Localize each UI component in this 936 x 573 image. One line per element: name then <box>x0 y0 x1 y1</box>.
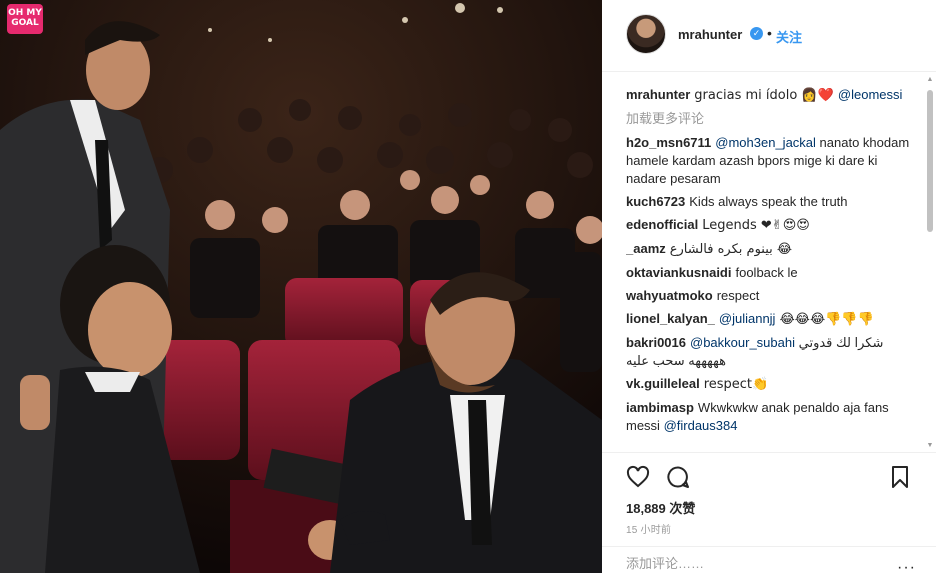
comment-mention[interactable]: @bakkour_subahi <box>690 335 795 350</box>
add-comment-input[interactable] <box>626 556 886 571</box>
like-count[interactable]: 18,889 次赞 <box>626 498 695 517</box>
comment-item: kuch6723 Kids always speak the truth <box>626 193 916 211</box>
comment-item: vk.guilleleal respect👏 <box>626 375 916 394</box>
scroll-thumb[interactable] <box>927 90 933 232</box>
comment-username[interactable]: vk.guilleleal <box>626 376 700 391</box>
comment-list[interactable]: mrahunter gracias mi ídolo 👩‍❤️ @leomessi… <box>626 86 916 452</box>
heart-icon[interactable] <box>626 465 650 489</box>
comment-username[interactable]: kuch6723 <box>626 194 685 209</box>
header-username[interactable]: mrahunter <box>678 27 742 42</box>
post-photo[interactable]: OH MY GOAL <box>0 0 602 573</box>
caption-mention[interactable]: @leomessi <box>838 87 903 102</box>
comment-username[interactable]: h2o_msn6711 <box>626 135 711 150</box>
header-separator: • <box>767 25 772 41</box>
comment-item: lionel_kalyan_ @juliannjj 😂😂😂👎👎👎 <box>626 310 916 329</box>
comment-item: wahyuatmoko respect <box>626 287 916 305</box>
caption-text: gracias mi ídolo 👩‍❤️ <box>694 88 838 103</box>
comment-username[interactable]: iambimasp <box>626 400 694 415</box>
action-bar <box>602 452 936 500</box>
comment-icon[interactable] <box>666 465 690 489</box>
comment-mention[interactable]: @firdaus384 <box>664 418 738 433</box>
scroll-up-arrow-icon[interactable]: ▲ <box>926 76 934 84</box>
post-timestamp[interactable]: 15 小时前 <box>626 521 671 536</box>
photo-illustration <box>0 0 602 573</box>
comment-username[interactable]: lionel_kalyan_ <box>626 311 715 326</box>
comment-text: بينوم بكره فالشارع 😂 <box>669 242 793 257</box>
comment-scrollbar[interactable]: ▲ ▼ <box>926 76 934 450</box>
comment-username[interactable]: _aamz <box>626 241 666 256</box>
follow-button[interactable]: 关注 <box>776 27 802 46</box>
caption: mrahunter gracias mi ídolo 👩‍❤️ @leomessi <box>626 86 916 105</box>
comment-text: respect👏 <box>703 377 769 392</box>
comment-text: respect <box>716 288 760 303</box>
comment-text: 😂😂😂👎👎👎 <box>775 312 874 327</box>
oh-my-goal-logo: OH MY GOAL <box>7 4 43 34</box>
comment-text: foolback le <box>735 265 798 280</box>
instagram-post-viewer: OH MY GOAL mrahunter ✓ • 关注 mrahunter gra… <box>0 0 936 573</box>
comment-item: h2o_msn6711 @moh3en_jackal nanato khodam … <box>626 134 916 188</box>
comment-item: edenofficial Legends ❤✌😍😍 <box>626 216 916 235</box>
more-options-icon[interactable]: ··· <box>897 559 916 573</box>
bookmark-icon[interactable] <box>888 465 912 489</box>
comment-item: bakri0016 @bakkour_subahi شكرا لك قدوتي ه… <box>626 334 916 370</box>
comment-text: Legends ❤✌😍😍 <box>702 218 810 233</box>
comment-item: _aamz بينوم بكره فالشارع 😂 <box>626 240 916 259</box>
add-comment-bar: ··· <box>602 546 936 573</box>
caption-username[interactable]: mrahunter <box>626 87 690 102</box>
comment-username[interactable]: edenofficial <box>626 217 698 232</box>
comment-item: iambimasp Wkwkwkw anak penaldo aja fans m… <box>626 399 916 435</box>
comment-username[interactable]: oktaviankusnaidi <box>626 265 731 280</box>
comment-text: Kids always speak the truth <box>689 194 848 209</box>
scroll-down-arrow-icon[interactable]: ▼ <box>926 442 934 450</box>
load-more-comments-link[interactable]: 加载更多评论 <box>626 110 916 128</box>
post-header: mrahunter ✓ • 关注 <box>602 0 936 72</box>
user-avatar[interactable] <box>626 14 666 54</box>
comment-username[interactable]: bakri0016 <box>626 335 686 350</box>
comment-item: oktaviankusnaidi foolback le <box>626 264 916 282</box>
comment-username[interactable]: wahyuatmoko <box>626 288 713 303</box>
comment-mention[interactable]: @juliannjj <box>719 311 776 326</box>
post-side-panel: mrahunter ✓ • 关注 mrahunter gracias mi ído… <box>602 0 936 573</box>
comment-mention[interactable]: @moh3en_jackal <box>715 135 816 150</box>
verified-badge-icon: ✓ <box>750 27 763 40</box>
